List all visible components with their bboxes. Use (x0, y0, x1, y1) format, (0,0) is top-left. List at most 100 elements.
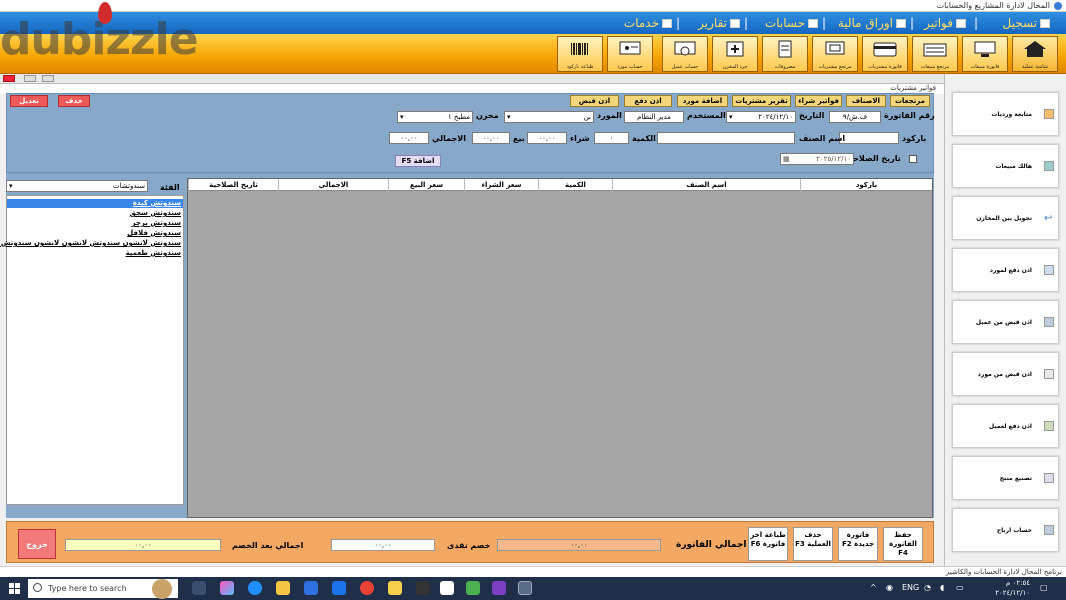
language-indicator[interactable]: ENG (902, 583, 919, 592)
supplier-label: المورد (597, 111, 622, 120)
invoice-no-field[interactable]: ف.ش/٩ (829, 111, 881, 123)
notepad-icon[interactable] (440, 581, 454, 595)
notification-icon[interactable]: ▢ (1040, 583, 1048, 592)
exit-button[interactable]: خروج (18, 529, 56, 559)
windows-start-icon[interactable] (9, 583, 20, 594)
column-header[interactable]: تاريخ الصلاحية (188, 179, 278, 191)
column-header[interactable]: سعر الشراء (464, 179, 538, 191)
payment-voucher-button[interactable]: اذن دفع (624, 95, 672, 107)
menu-item-invoices[interactable]: فواتير (924, 16, 966, 30)
app-green-icon[interactable] (466, 581, 480, 595)
deer-widget-icon[interactable] (152, 579, 172, 599)
barcode-input[interactable] (839, 132, 899, 144)
toolbar-sales-return-button[interactable]: مرتجع مبيعات (912, 36, 958, 72)
restore-icon[interactable] (24, 75, 36, 82)
print-last-invoice-button[interactable]: طباعة اخر فاتورة F6 (748, 527, 788, 561)
toolbar-purchase-invoice-button[interactable]: فاتورة مشتريات (862, 36, 908, 72)
toolbar-supplier-account-button[interactable]: حساب مورد (607, 36, 653, 72)
task-view-icon[interactable] (192, 581, 206, 595)
tray-chevron-icon[interactable]: ^ (870, 583, 877, 592)
column-header[interactable]: الاجمالي (278, 179, 388, 191)
nav-pay-supplier[interactable]: اذن دفع لمورد (952, 248, 1059, 292)
add-item-button[interactable]: اضافة F5 (395, 155, 441, 167)
chrome-icon[interactable] (360, 581, 374, 595)
outlook-icon[interactable] (332, 581, 346, 595)
expiry-date-picker[interactable]: ٢٠٢٥/١٢/١٠ ▦ (780, 153, 854, 165)
card-icon (873, 42, 897, 57)
purchase-report-button[interactable]: تقرير مشتريات (732, 95, 791, 107)
date-picker[interactable]: ٢٠٢٤/١٢/١٠ ▾ (726, 111, 796, 123)
menu-item-reports[interactable]: تقارير (698, 16, 740, 30)
visual-studio-icon[interactable] (492, 581, 506, 595)
cash-discount-input[interactable]: ٠٠,٠٠ (331, 539, 435, 551)
add-supplier-button[interactable]: اضافة مورد (677, 95, 728, 107)
invoice-items-grid[interactable]: باركود اسم الصنف الكمية سعر الشراء سعر ا… (187, 178, 933, 518)
list-item[interactable]: سندوتش سجق (130, 209, 181, 217)
purchase-price-input[interactable]: ٠٠,٠٠ (527, 132, 567, 144)
nav-receive-customer[interactable]: اذن قبض من عميل (952, 300, 1059, 344)
toolbar-home-button[interactable]: شاشة عملية (1012, 36, 1058, 72)
delete-button[interactable]: حذف (58, 95, 90, 107)
quantity-input[interactable]: ٠ (594, 132, 629, 144)
watermark-logo: dubizzle (0, 2, 199, 65)
column-header[interactable]: باركود (800, 179, 932, 191)
column-header[interactable]: اسم الصنف (612, 179, 800, 191)
edit-button[interactable]: تعديل (10, 95, 48, 107)
list-item[interactable]: سندوتش كبدة (133, 199, 181, 207)
wifi-icon[interactable]: ◔ (924, 583, 931, 592)
returns-button[interactable]: مرتجعات (890, 95, 930, 107)
column-header[interactable]: سعر البيع (388, 179, 464, 191)
sale-price-input[interactable]: ٠٠,٠٠ (472, 132, 510, 144)
new-invoice-button[interactable]: فاتورة جديدة F2 (838, 527, 878, 561)
supplier-select[interactable]: بن ▾ (504, 111, 594, 123)
edge-icon[interactable] (248, 581, 262, 595)
close-icon[interactable] (3, 75, 15, 82)
save-invoice-button[interactable]: حفظ الفاتورة F4 (883, 527, 923, 561)
user-field[interactable]: مدير النظام (624, 111, 684, 123)
menu-item-accounts[interactable]: حسابات (765, 16, 818, 30)
store-icon[interactable] (304, 581, 318, 595)
nav-pay-customer[interactable]: اذن دفع لعميل (952, 404, 1059, 448)
expiry-checkbox[interactable] (909, 155, 917, 163)
toolbar-purchase-return-button[interactable]: مرتجع مشتريات (812, 36, 858, 72)
list-item[interactable]: سندوتش لانشون سندوتش لانشون لانشون سندوت… (0, 239, 181, 247)
list-item[interactable]: سندوتش طعمية (126, 249, 181, 257)
category-items-list: سندوتش كبدة سندوتش سجق سندوتش برجر سندوت… (0, 195, 184, 505)
active-app-icon[interactable] (518, 581, 532, 595)
volume-icon[interactable]: ◖ (940, 583, 944, 592)
column-header[interactable]: الكمية (538, 179, 612, 191)
category-select[interactable]: سندوتشات ▾ (6, 180, 148, 192)
nav-receive-supplier[interactable]: اذن قبض من مورد (952, 352, 1059, 396)
menu-item-services[interactable]: خدمات (624, 16, 672, 30)
battery-icon[interactable]: ▭ (956, 583, 964, 592)
taskbar-clock[interactable]: ٠٢:٥٤ م ٢٠٢٤/١٢/١٠ (995, 578, 1030, 598)
delete-operation-button[interactable]: حذف العملية F3 (793, 527, 833, 561)
nav-store-transfer[interactable]: تحويل بين المخازن ↩ (952, 196, 1059, 240)
toolbar-expenses-button[interactable]: مصروفات (762, 36, 808, 72)
tray-network-icon[interactable]: ◉ (886, 583, 893, 592)
receipt-voucher-button[interactable]: اذن قبض (570, 95, 619, 107)
items-button[interactable]: الاصناف (846, 95, 886, 107)
nav-profit-calc[interactable]: حساب ارباح (952, 508, 1059, 552)
toolbar-sales-invoice-button[interactable]: فاتورة مبيعات (962, 36, 1008, 72)
total-field[interactable]: ٠٠,٠٠ (389, 132, 429, 144)
purchase-invoices-button[interactable]: فواتير شراء (795, 95, 842, 107)
terminal-icon[interactable] (416, 581, 430, 595)
nav-shift-tracking[interactable]: متابعة ورديات (952, 92, 1059, 136)
menu-item-register[interactable]: تسجيل (1003, 16, 1050, 30)
menu-item-financial-papers[interactable]: اوراق مالية (838, 16, 906, 30)
item-name-input[interactable] (657, 132, 795, 144)
chevron-down-icon: ▾ (400, 113, 404, 121)
copilot-icon[interactable] (220, 581, 234, 595)
minimize-icon[interactable] (42, 75, 54, 82)
toolbar-print-barcode-button[interactable]: طباعة باركود (557, 36, 603, 72)
nav-manufacture-product[interactable]: تصنيع منتج (952, 456, 1059, 500)
folder-icon[interactable] (388, 581, 402, 595)
list-item[interactable]: سندوتش فلافل (127, 229, 181, 237)
toolbar-inventory-button[interactable]: جرد المخزن (712, 36, 758, 72)
store-select[interactable]: مطبخ ١ ▾ (397, 111, 473, 123)
file-explorer-icon[interactable] (276, 581, 290, 595)
toolbar-customer-account-button[interactable]: حساب عميل (662, 36, 708, 72)
list-item[interactable]: سندوتش برجر (132, 219, 181, 227)
nav-sales-waste[interactable]: هالك مبيعات (952, 144, 1059, 188)
